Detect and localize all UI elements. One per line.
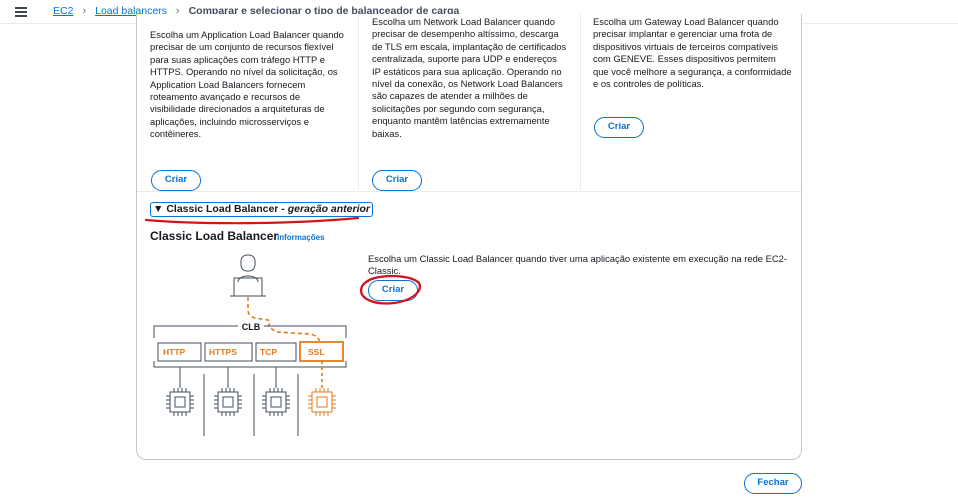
chevron-right-icon: › <box>82 5 87 17</box>
protocol-https: HTTPS <box>204 342 253 362</box>
clb-diagram: CLB HTTP HTTPS TCP SSL <box>153 254 347 436</box>
gwlb-column: Escolha um Gateway Load Balancer quando … <box>593 16 793 192</box>
column-divider <box>580 14 581 190</box>
chip-icon <box>308 388 336 416</box>
red-circle-annotation <box>359 274 422 305</box>
svg-text:HTTPS: HTTPS <box>209 347 237 357</box>
close-button[interactable]: Fechar <box>744 473 802 494</box>
gwlb-description: Escolha um Gateway Load Balancer quando … <box>593 16 792 90</box>
alb-description: Escolha um Application Load Balancer qua… <box>150 29 344 140</box>
classic-title: Classic Load Balancer <box>150 229 279 243</box>
protocol-tcp: TCP <box>255 342 297 362</box>
chip-icon <box>214 388 242 416</box>
breadcrumb-ec2[interactable]: EC2 <box>53 5 73 17</box>
nlb-column: Escolha um Network Load Balancer quando … <box>372 16 567 192</box>
menu-icon[interactable] <box>15 7 27 17</box>
section-divider <box>137 191 801 192</box>
protocol-ssl: SSL <box>299 341 344 362</box>
red-underline-annotation <box>144 216 360 225</box>
nlb-description: Escolha um Network Load Balancer quando … <box>372 16 567 139</box>
chip-icon <box>166 388 194 416</box>
svg-text:SSL: SSL <box>308 347 325 357</box>
create-gwlb-button[interactable]: Criar <box>594 117 644 138</box>
info-link[interactable]: Informações <box>277 233 325 242</box>
svg-text:HTTP: HTTP <box>163 347 186 357</box>
column-divider <box>358 14 359 190</box>
classic-description: Escolha um Classic Load Balancer quando … <box>368 253 787 277</box>
create-alb-button[interactable]: Criar <box>151 170 201 191</box>
create-nlb-button[interactable]: Criar <box>372 170 422 191</box>
alb-column: Escolha um Application Load Balancer qua… <box>150 29 345 205</box>
user-laptop-icon <box>230 254 266 297</box>
clb-label: CLB <box>242 322 261 332</box>
svg-text:TCP: TCP <box>260 347 277 357</box>
protocol-http: HTTP <box>157 342 202 362</box>
chip-icon <box>262 388 290 416</box>
